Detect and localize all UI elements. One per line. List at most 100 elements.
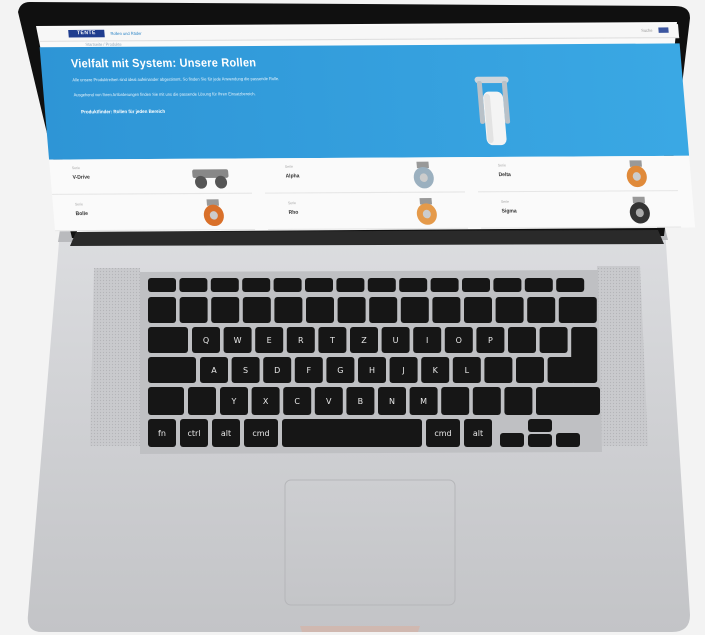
function-key[interactable]: [524, 278, 553, 292]
shift-right-key[interactable]: [536, 387, 600, 415]
key-label: R: [298, 336, 304, 345]
letter-key-x[interactable]: X: [251, 387, 280, 415]
tab-key[interactable]: [148, 327, 188, 353]
function-key[interactable]: [493, 278, 522, 292]
number-key[interactable]: [369, 297, 398, 323]
number-key[interactable]: [148, 297, 176, 323]
number-key[interactable]: [179, 297, 208, 323]
function-key[interactable]: [367, 278, 396, 292]
letter-key-s[interactable]: S: [231, 357, 260, 383]
cmd-left-key[interactable]: cmd: [244, 419, 278, 447]
ctrl-key[interactable]: ctrl: [180, 419, 208, 447]
letter-key-y[interactable]: Y: [220, 387, 248, 415]
shift-left-key[interactable]: [148, 387, 184, 415]
bracket-key[interactable]: [508, 327, 536, 353]
letter-key-g[interactable]: G: [326, 357, 355, 383]
keyboard: Q W E R T Z U I O P A S D F G H J K L Y X C V B N Mfn ctrl alt cmd cm…: [148, 278, 600, 447]
key-label: fn: [158, 429, 166, 438]
key-label: cmd: [252, 429, 269, 438]
symbol-key[interactable]: [504, 387, 533, 415]
letter-key-l[interactable]: L: [452, 357, 481, 383]
number-key[interactable]: [495, 297, 524, 323]
function-key[interactable]: [242, 278, 271, 292]
fn-key[interactable]: fn: [148, 419, 176, 447]
space-key[interactable]: [282, 419, 422, 447]
key-label: H: [369, 366, 375, 375]
letter-key-w[interactable]: W: [223, 327, 252, 353]
letter-key-r[interactable]: R: [286, 327, 315, 353]
key-label: A: [211, 366, 217, 375]
letter-key-b[interactable]: B: [346, 387, 375, 415]
number-key[interactable]: [274, 297, 303, 323]
letter-key-c[interactable]: C: [283, 387, 312, 415]
symbol-key[interactable]: [484, 357, 513, 383]
key-label: O: [456, 336, 462, 345]
letter-key-e[interactable]: E: [255, 327, 284, 353]
alt-right-key[interactable]: alt: [464, 419, 492, 447]
key-label: alt: [221, 429, 231, 438]
key-label: Z: [361, 336, 367, 345]
function-key[interactable]: [305, 278, 333, 292]
letter-key-n[interactable]: N: [378, 387, 406, 415]
letter-key-p[interactable]: P: [476, 327, 505, 353]
number-key[interactable]: [527, 297, 556, 323]
symbol-key[interactable]: [472, 387, 501, 415]
key-label: L: [465, 366, 470, 375]
letter-key-u[interactable]: U: [381, 327, 410, 353]
function-key[interactable]: [399, 278, 428, 292]
key-label: X: [263, 397, 269, 406]
symbol-key[interactable]: [516, 357, 544, 383]
number-key[interactable]: [211, 297, 240, 323]
arrow-left-key[interactable]: [500, 433, 524, 447]
caps-lock-key[interactable]: [148, 357, 196, 383]
key-label: E: [267, 336, 272, 345]
letter-key-o[interactable]: O: [444, 327, 473, 353]
bracket-key[interactable]: [539, 327, 568, 353]
symbol-key[interactable]: [188, 387, 216, 415]
function-key[interactable]: [556, 278, 585, 292]
arrow-up-key[interactable]: [528, 419, 552, 432]
number-key[interactable]: [242, 297, 271, 323]
number-key[interactable]: [306, 297, 334, 323]
function-key[interactable]: [462, 278, 490, 292]
key-label: D: [274, 366, 280, 375]
letter-key-i[interactable]: I: [413, 327, 442, 353]
function-key[interactable]: [273, 278, 302, 292]
letter-key-h[interactable]: H: [358, 357, 386, 383]
letter-key-v[interactable]: V: [314, 387, 343, 415]
arrow-right-key[interactable]: [556, 433, 580, 447]
key-label: U: [393, 336, 399, 345]
letter-key-q[interactable]: Q: [192, 327, 220, 353]
letter-key-f[interactable]: F: [294, 357, 323, 383]
symbol-key[interactable]: [547, 357, 576, 383]
letter-key-d[interactable]: D: [263, 357, 292, 383]
letter-key-j[interactable]: J: [389, 357, 418, 383]
key-label: S: [243, 366, 248, 375]
number-key[interactable]: [400, 297, 429, 323]
key-label: F: [306, 366, 311, 375]
letter-key-t[interactable]: T: [318, 327, 347, 353]
key-label: Y: [231, 397, 237, 406]
number-key[interactable]: [432, 297, 461, 323]
function-key[interactable]: [430, 278, 459, 292]
letter-key-k[interactable]: K: [421, 357, 450, 383]
letter-key-z[interactable]: Z: [350, 327, 378, 353]
function-key[interactable]: [148, 278, 176, 292]
key-label: G: [337, 366, 343, 375]
key-label: alt: [473, 429, 483, 438]
number-key[interactable]: [337, 297, 366, 323]
cmd-right-key[interactable]: cmd: [426, 419, 460, 447]
key-label: J: [401, 366, 404, 375]
symbol-key[interactable]: [441, 387, 470, 415]
arrow-down-key[interactable]: [528, 434, 552, 447]
function-key[interactable]: [336, 278, 365, 292]
letter-key-a[interactable]: A: [200, 357, 228, 383]
function-key[interactable]: [210, 278, 239, 292]
function-key[interactable]: [179, 278, 208, 292]
key-label: P: [488, 336, 493, 345]
key-label: T: [329, 336, 335, 345]
alt-key[interactable]: alt: [212, 419, 240, 447]
number-key[interactable]: [464, 297, 492, 323]
backspace-key[interactable]: [558, 297, 597, 323]
letter-key-m[interactable]: M: [409, 387, 438, 415]
